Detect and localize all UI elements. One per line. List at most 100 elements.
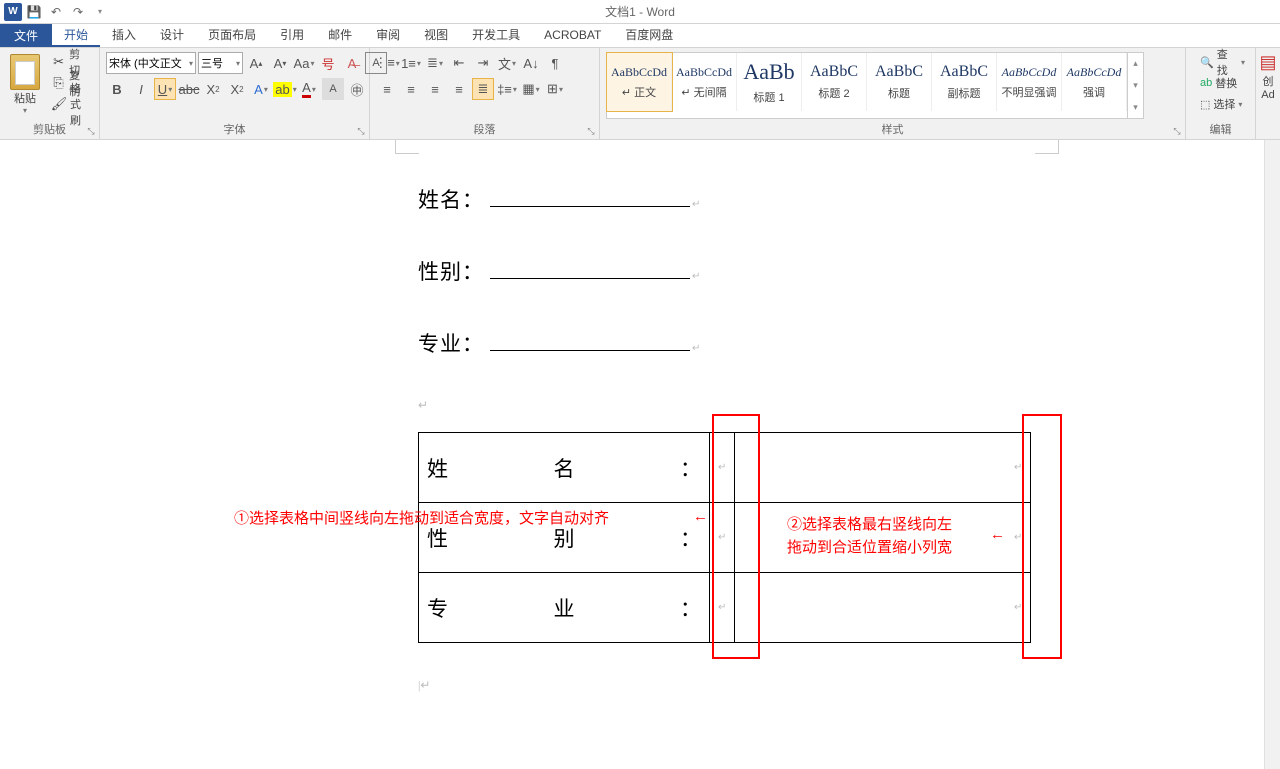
tab-view[interactable]: 视图	[412, 24, 460, 47]
ribbon: 粘贴 ▾ ✂剪切 ⎘复制 🖌格式刷 剪贴板 ⤡ 宋体 (中文正文▾ 三号▾ A▴…	[0, 48, 1280, 140]
field-major: 专业： ↵	[418, 328, 700, 358]
group-paragraph: ⋮≡ 1≡ ≣ ⇤ ⇥ 文 A↓ ¶ ≡ ≡ ≡ ≡ ≣ ‡≡ ▦	[370, 48, 600, 139]
group-clipboard-label: 剪贴板	[6, 119, 93, 137]
align-center-button[interactable]: ≡	[400, 78, 422, 100]
tab-design[interactable]: 设计	[148, 24, 196, 47]
multilevel-list-button[interactable]: ≣	[424, 52, 446, 74]
sort-button[interactable]: A↓	[520, 52, 542, 74]
bullets-button[interactable]: ⋮≡	[376, 52, 398, 74]
find-icon: 🔍	[1200, 56, 1214, 69]
highlight-button[interactable]: ab	[274, 78, 296, 100]
annotation-text-2: ②选择表格最右竖线向左 拖动到合适位置缩小列宽	[787, 514, 952, 559]
para-mark-icon: ↵	[692, 199, 700, 210]
redo-button[interactable]: ↷	[68, 2, 88, 22]
undo-button[interactable]: ↶	[46, 2, 66, 22]
style-item-3[interactable]: AaBbC标题 2	[802, 53, 867, 111]
styles-more[interactable]: ▾	[1127, 96, 1143, 118]
styles-up[interactable]: ▴	[1127, 53, 1143, 75]
field-name: 姓名： ↵	[418, 184, 700, 214]
cursor: |↵	[418, 678, 430, 693]
enclose-char-button[interactable]: ㊥	[346, 78, 368, 100]
save-button[interactable]: 💾	[24, 2, 44, 22]
style-item-6[interactable]: AaBbCcDd不明显强调	[997, 53, 1062, 111]
asian-layout-button[interactable]: 文	[496, 52, 518, 74]
ribbon-tabs: 文件 开始 插入 设计 页面布局 引用 邮件 审阅 视图 开发工具 ACROBA…	[0, 24, 1280, 48]
tab-layout[interactable]: 页面布局	[196, 24, 268, 47]
annotation-box-2	[1022, 414, 1062, 659]
italic-button[interactable]: I	[130, 78, 152, 100]
style-item-4[interactable]: AaBbC标题	[867, 53, 932, 111]
grow-font-button[interactable]: A▴	[245, 52, 267, 74]
numbering-button[interactable]: 1≡	[400, 52, 422, 74]
style-item-7[interactable]: AaBbCcDd强调	[1062, 53, 1127, 111]
underline	[490, 278, 690, 279]
font-color-button[interactable]: A	[298, 78, 320, 100]
superscript-button[interactable]: X2	[226, 78, 248, 100]
vertical-scrollbar[interactable]	[1264, 140, 1280, 769]
find-button[interactable]: 🔍查找▾	[1196, 52, 1249, 72]
shading-button[interactable]: ▦	[520, 78, 542, 100]
clear-formatting-button[interactable]: A̶	[341, 52, 363, 74]
clipboard-dialog-launcher[interactable]: ⤡	[85, 125, 97, 137]
borders-button[interactable]: ⊞	[544, 78, 566, 100]
qat-customize[interactable]: ▾	[90, 2, 110, 22]
group-editing-label: 编辑	[1192, 119, 1249, 137]
annotation-text-1: ①选择表格中间竖线向左拖动到适合宽度，文字自动对齐	[234, 508, 694, 531]
para-mark-icon: ↵	[692, 343, 700, 354]
styles-down[interactable]: ▾	[1127, 75, 1143, 97]
decrease-indent-button[interactable]: ⇤	[448, 52, 470, 74]
bold-button[interactable]: B	[106, 78, 128, 100]
document-area[interactable]: 姓名： ↵ 性别： ↵ 专业： ↵ ↵ 姓名： ↵↵ 性别： ↵↵ 专业： ↵↵…	[0, 140, 1280, 769]
distribute-button[interactable]: ≣	[472, 78, 494, 100]
group-paragraph-label: 段落	[376, 119, 593, 137]
text-effects-button[interactable]: A	[250, 78, 272, 100]
char-shading-button[interactable]: A	[322, 78, 344, 100]
tab-file[interactable]: 文件	[0, 24, 52, 47]
justify-button[interactable]: ≡	[448, 78, 470, 100]
page-corner-tr	[1035, 140, 1059, 154]
select-icon: ⬚	[1200, 98, 1210, 111]
phonetic-guide-button[interactable]: 号	[317, 52, 339, 74]
tab-home[interactable]: 开始	[52, 24, 100, 47]
underline-button[interactable]: U	[154, 78, 176, 100]
styles-gallery[interactable]: AaBbCcDd↵ 正文AaBbCcDd↵ 无间隔AaBb标题 1AaBbC标题…	[606, 52, 1144, 119]
style-item-0[interactable]: AaBbCcDd↵ 正文	[607, 53, 672, 111]
tab-baidu[interactable]: 百度网盘	[613, 24, 685, 47]
replace-button[interactable]: ab替换	[1196, 73, 1249, 93]
paragraph-dialog-launcher[interactable]: ⤡	[585, 125, 597, 137]
group-editing: 🔍查找▾ ab替换 ⬚选择▾ 编辑	[1186, 48, 1256, 139]
tab-acrobat[interactable]: ACROBAT	[532, 24, 613, 47]
underline	[490, 350, 690, 351]
tab-review[interactable]: 审阅	[364, 24, 412, 47]
paste-button[interactable]: 粘贴 ▾	[6, 52, 44, 117]
change-case-button[interactable]: Aa	[293, 52, 315, 74]
tab-insert[interactable]: 插入	[100, 24, 148, 47]
styles-dialog-launcher[interactable]: ⤡	[1171, 125, 1183, 137]
select-button[interactable]: ⬚选择▾	[1196, 94, 1249, 114]
font-dialog-launcher[interactable]: ⤡	[355, 125, 367, 137]
tab-references[interactable]: 引用	[268, 24, 316, 47]
subscript-button[interactable]: X2	[202, 78, 224, 100]
annotation-box-1	[712, 414, 760, 659]
style-item-1[interactable]: AaBbCcDd↵ 无间隔	[672, 53, 737, 111]
font-size-combo[interactable]: 三号▾	[198, 52, 243, 74]
strikethrough-button[interactable]: abc	[178, 78, 200, 100]
paste-label: 粘贴	[14, 90, 36, 106]
tab-mailings[interactable]: 邮件	[316, 24, 364, 47]
shrink-font-button[interactable]: A▾	[269, 52, 291, 74]
align-left-button[interactable]: ≡	[376, 78, 398, 100]
style-item-2[interactable]: AaBb标题 1	[737, 53, 802, 111]
arrow-left-icon: ←	[693, 508, 708, 525]
style-item-5[interactable]: AaBbC副标题	[932, 53, 997, 111]
format-painter-button[interactable]: 🖌格式刷	[48, 94, 93, 114]
font-name-combo[interactable]: 宋体 (中文正文▾	[106, 52, 196, 74]
create-pdf-button[interactable]: ▤ 创 Ad	[1262, 52, 1274, 101]
tab-developer[interactable]: 开发工具	[460, 24, 532, 47]
line-spacing-button[interactable]: ‡≡	[496, 78, 518, 100]
show-marks-button[interactable]: ¶	[544, 52, 566, 74]
align-right-button[interactable]: ≡	[424, 78, 446, 100]
copy-icon: ⎘	[51, 75, 66, 91]
word-app-icon: W	[4, 3, 22, 21]
increase-indent-button[interactable]: ⇥	[472, 52, 494, 74]
para-mark-icon: ↵	[692, 271, 700, 282]
